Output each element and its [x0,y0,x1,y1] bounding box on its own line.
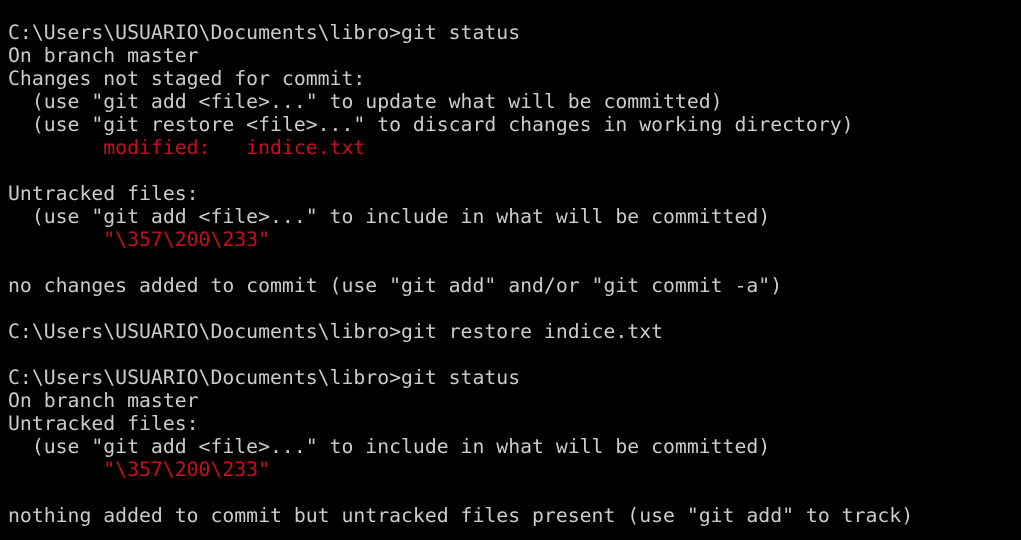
output-line: nothing added to commit but untracked fi… [8,504,914,527]
prompt-line: C:\Users\USUARIO\Documents\libro>git sta… [8,21,521,44]
output-line: Untracked files: [8,412,199,435]
prompt-line: C:\Users\USUARIO\Documents\libro>git res… [8,320,664,343]
output-line: On branch master [8,44,199,67]
hint-line: (use "git add <file>..." to include in w… [8,205,771,228]
hint-line: (use "git restore <file>..." to discard … [8,113,854,136]
untracked-file-line: "\357\200\233" [8,458,271,481]
hint-line: (use "git add <file>..." to include in w… [8,435,771,458]
output-line: On branch master [8,389,199,412]
modified-file-line: modified: indice.txt [8,136,366,159]
hint-line: (use "git add <file>..." to update what … [8,90,723,113]
output-line: no changes added to commit (use "git add… [8,274,783,297]
terminal-output[interactable]: C:\Users\USUARIO\Documents\libro>git sta… [8,21,1013,540]
prompt-line: C:\Users\USUARIO\Documents\libro>git sta… [8,366,521,389]
untracked-file-line: "\357\200\233" [8,228,271,251]
output-line: Untracked files: [8,182,199,205]
output-line: Changes not staged for commit: [8,67,366,90]
